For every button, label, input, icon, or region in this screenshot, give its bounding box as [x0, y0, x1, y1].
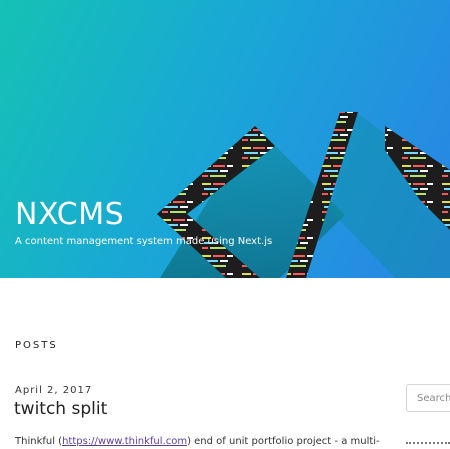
search-input[interactable]: [406, 384, 450, 412]
site-title: NXCMS: [15, 197, 125, 232]
post-title[interactable]: twitch split: [14, 398, 107, 420]
posts-heading: POSTS: [15, 340, 58, 351]
post-excerpt: Thinkful (https://www.thinkful.com) end …: [15, 435, 380, 448]
hero-banner: NXCMS A content management system made u…: [0, 0, 450, 278]
site-subtitle: A content management system made using N…: [15, 236, 273, 247]
post-date: April 2, 2017: [15, 385, 93, 396]
post-excerpt-prefix: Thinkful (: [15, 436, 63, 447]
post-excerpt-suffix: ) end of unit portfolio project - a mult…: [187, 436, 380, 447]
sidebar-heading-fragment: [406, 442, 450, 449]
thinkful-link[interactable]: https://www.thinkful.com: [62, 436, 187, 447]
